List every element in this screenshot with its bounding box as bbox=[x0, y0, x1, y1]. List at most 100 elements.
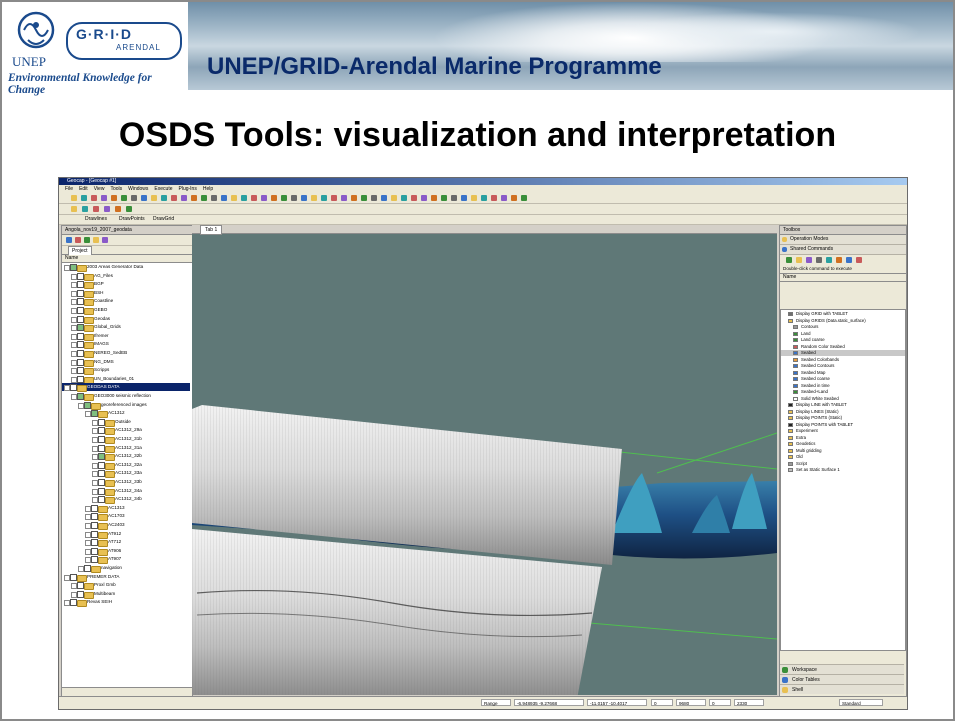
command-item[interactable]: Script bbox=[781, 461, 905, 467]
visibility-checkbox[interactable] bbox=[91, 556, 98, 564]
toolbar-tool-icon[interactable] bbox=[331, 195, 337, 201]
toolbox-tool-icon[interactable] bbox=[806, 257, 812, 263]
tree-item[interactable]: Multibeam bbox=[62, 590, 190, 599]
toolbox-tool-icon[interactable] bbox=[856, 257, 862, 263]
menu-item-file[interactable]: File bbox=[65, 185, 73, 193]
toolbar-tool-icon[interactable] bbox=[421, 195, 427, 201]
toolbar-tool-icon[interactable] bbox=[441, 195, 447, 201]
tree-item[interactable]: PREMER DATA bbox=[62, 573, 190, 582]
toolbar-tool-icon[interactable] bbox=[521, 195, 527, 201]
visibility-checkbox[interactable] bbox=[98, 427, 105, 435]
tree-item[interactable]: navigation bbox=[62, 564, 190, 573]
tree-item[interactable]: AT906 bbox=[62, 547, 190, 556]
toolbar-tool-icon[interactable] bbox=[381, 195, 387, 201]
color-tables-section[interactable]: Color Tables bbox=[780, 674, 904, 684]
toolbox-tool-icon[interactable] bbox=[826, 257, 832, 263]
command-item[interactable]: Contours bbox=[781, 324, 905, 330]
toolbar-tool-icon[interactable] bbox=[261, 195, 267, 201]
toolbox-tool-icon[interactable] bbox=[846, 257, 852, 263]
command-item[interactable]: Land bbox=[781, 331, 905, 337]
tree-item[interactable]: IMAGS bbox=[62, 340, 190, 350]
project-tool-icon[interactable] bbox=[93, 237, 99, 243]
toolbox-tool-icon[interactable] bbox=[816, 257, 822, 263]
toolbar-tool-icon[interactable] bbox=[121, 195, 127, 201]
visibility-checkbox[interactable] bbox=[70, 599, 77, 607]
toolbar-tool-icon[interactable] bbox=[161, 195, 167, 201]
toolbar-tool-icon[interactable] bbox=[221, 195, 227, 201]
tree-item[interactable]: 2003 Areas Generator Data bbox=[62, 263, 190, 272]
toolbar-tool-icon[interactable] bbox=[351, 195, 357, 201]
visibility-checkbox[interactable] bbox=[98, 436, 105, 443]
toolbar-tool-icon[interactable] bbox=[481, 195, 487, 201]
visibility-checkbox[interactable] bbox=[98, 461, 105, 469]
command-item[interactable]: Experiment bbox=[781, 428, 905, 434]
toolbar-tool-icon[interactable] bbox=[371, 195, 377, 201]
menu-item-windows[interactable]: Windows bbox=[128, 185, 148, 193]
tree-item[interactable]: AC1312_32b bbox=[62, 452, 190, 462]
tree-item[interactable]: georeferenced images bbox=[62, 401, 190, 410]
visibility-checkbox[interactable] bbox=[98, 487, 105, 495]
toolbar-tool-icon[interactable] bbox=[191, 195, 197, 201]
tree-item[interactable]: Coastline bbox=[62, 297, 190, 307]
command-item[interactable]: Display POINTS (Static) bbox=[781, 415, 905, 421]
tree-item[interactable]: AT912 bbox=[62, 530, 190, 539]
toolbar-tool-icon[interactable] bbox=[171, 195, 177, 201]
tree-item[interactable]: AC1312_31b bbox=[62, 435, 190, 444]
shared-commands-section[interactable]: Shared Commands bbox=[780, 245, 906, 255]
command-item[interactable]: Seabed Contours bbox=[781, 363, 905, 369]
toolbar-tool-icon[interactable] bbox=[511, 195, 517, 201]
tree-item[interactable]: UN_Boundaries_01 bbox=[62, 375, 190, 384]
project-tool-icon[interactable] bbox=[75, 237, 81, 243]
tree-item[interactable]: AT907 bbox=[62, 555, 190, 565]
toolbox-tool-icon[interactable] bbox=[796, 257, 802, 263]
render-mode-select[interactable]: Standard bbox=[839, 699, 883, 706]
toolbar-tool-icon[interactable] bbox=[401, 195, 407, 201]
toolbar-tool-icon[interactable] bbox=[451, 195, 457, 201]
tree-item[interactable]: AC1312_32a bbox=[62, 461, 190, 470]
tree-item[interactable]: AC2403 bbox=[62, 521, 190, 530]
command-item[interactable]: Display POINTS with TABLET bbox=[781, 422, 905, 428]
project-tool-icon[interactable] bbox=[66, 237, 72, 243]
toolbar-tool-icon[interactable] bbox=[131, 195, 137, 201]
toolbar-tool-icon[interactable] bbox=[291, 195, 297, 201]
tree-item[interactable]: AC1703 bbox=[62, 512, 190, 522]
visibility-checkbox[interactable] bbox=[98, 496, 105, 504]
visibility-checkbox[interactable] bbox=[77, 341, 84, 349]
toolbar-tool-icon[interactable] bbox=[181, 195, 187, 201]
visibility-checkbox[interactable] bbox=[77, 375, 84, 383]
visibility-checkbox[interactable] bbox=[77, 289, 84, 297]
tree-item[interactable]: AC1312_31a bbox=[62, 444, 190, 453]
tree-item[interactable]: AG_Files bbox=[62, 272, 190, 281]
3d-viewport[interactable]: Tab 1 bbox=[192, 225, 777, 695]
command-item[interactable]: Multi gridding bbox=[781, 448, 905, 454]
tree-item[interactable]: Proxl Gmb bbox=[62, 581, 190, 591]
visibility-checkbox[interactable] bbox=[91, 530, 98, 538]
toolbar-tool-icon[interactable] bbox=[115, 206, 121, 212]
command-item[interactable]: Old bbox=[781, 454, 905, 460]
command-item[interactable]: Display GRIDS (Data.static_surface) bbox=[781, 318, 905, 324]
visibility-checkbox[interactable] bbox=[77, 358, 84, 366]
command-item[interactable]: Set as Static Surface 1 bbox=[781, 467, 905, 473]
draw-tool-drawlines[interactable]: Drawlines bbox=[85, 216, 107, 222]
menu-item-execute[interactable]: Execute bbox=[154, 185, 172, 193]
command-item[interactable]: Seabed coarse bbox=[781, 376, 905, 382]
visibility-checkbox[interactable] bbox=[70, 384, 77, 392]
tree-item[interactable]: AC1312_33b bbox=[62, 478, 190, 487]
visibility-checkbox[interactable] bbox=[77, 367, 84, 375]
visibility-checkbox[interactable] bbox=[98, 479, 105, 486]
toolbox-tool-icon[interactable] bbox=[786, 257, 792, 263]
visibility-checkbox[interactable] bbox=[77, 582, 84, 590]
visibility-checkbox[interactable] bbox=[84, 401, 91, 409]
visibility-checkbox[interactable] bbox=[91, 410, 98, 418]
visibility-checkbox[interactable] bbox=[77, 281, 84, 289]
visibility-checkbox[interactable] bbox=[77, 315, 84, 323]
command-item[interactable]: Seabed Map bbox=[781, 370, 905, 376]
command-item[interactable]: Seabed+Land bbox=[781, 389, 905, 395]
visibility-checkbox[interactable] bbox=[91, 539, 98, 547]
toolbar-tool-icon[interactable] bbox=[311, 195, 317, 201]
operation-modes-section[interactable]: Operation Modes bbox=[780, 235, 906, 245]
tree-item[interactable]: AC1312 bbox=[62, 409, 190, 419]
toolbar-tool-icon[interactable] bbox=[151, 195, 157, 201]
toolbar-tool-icon[interactable] bbox=[211, 195, 217, 201]
tree-item[interactable]: GEBO bbox=[62, 306, 190, 315]
